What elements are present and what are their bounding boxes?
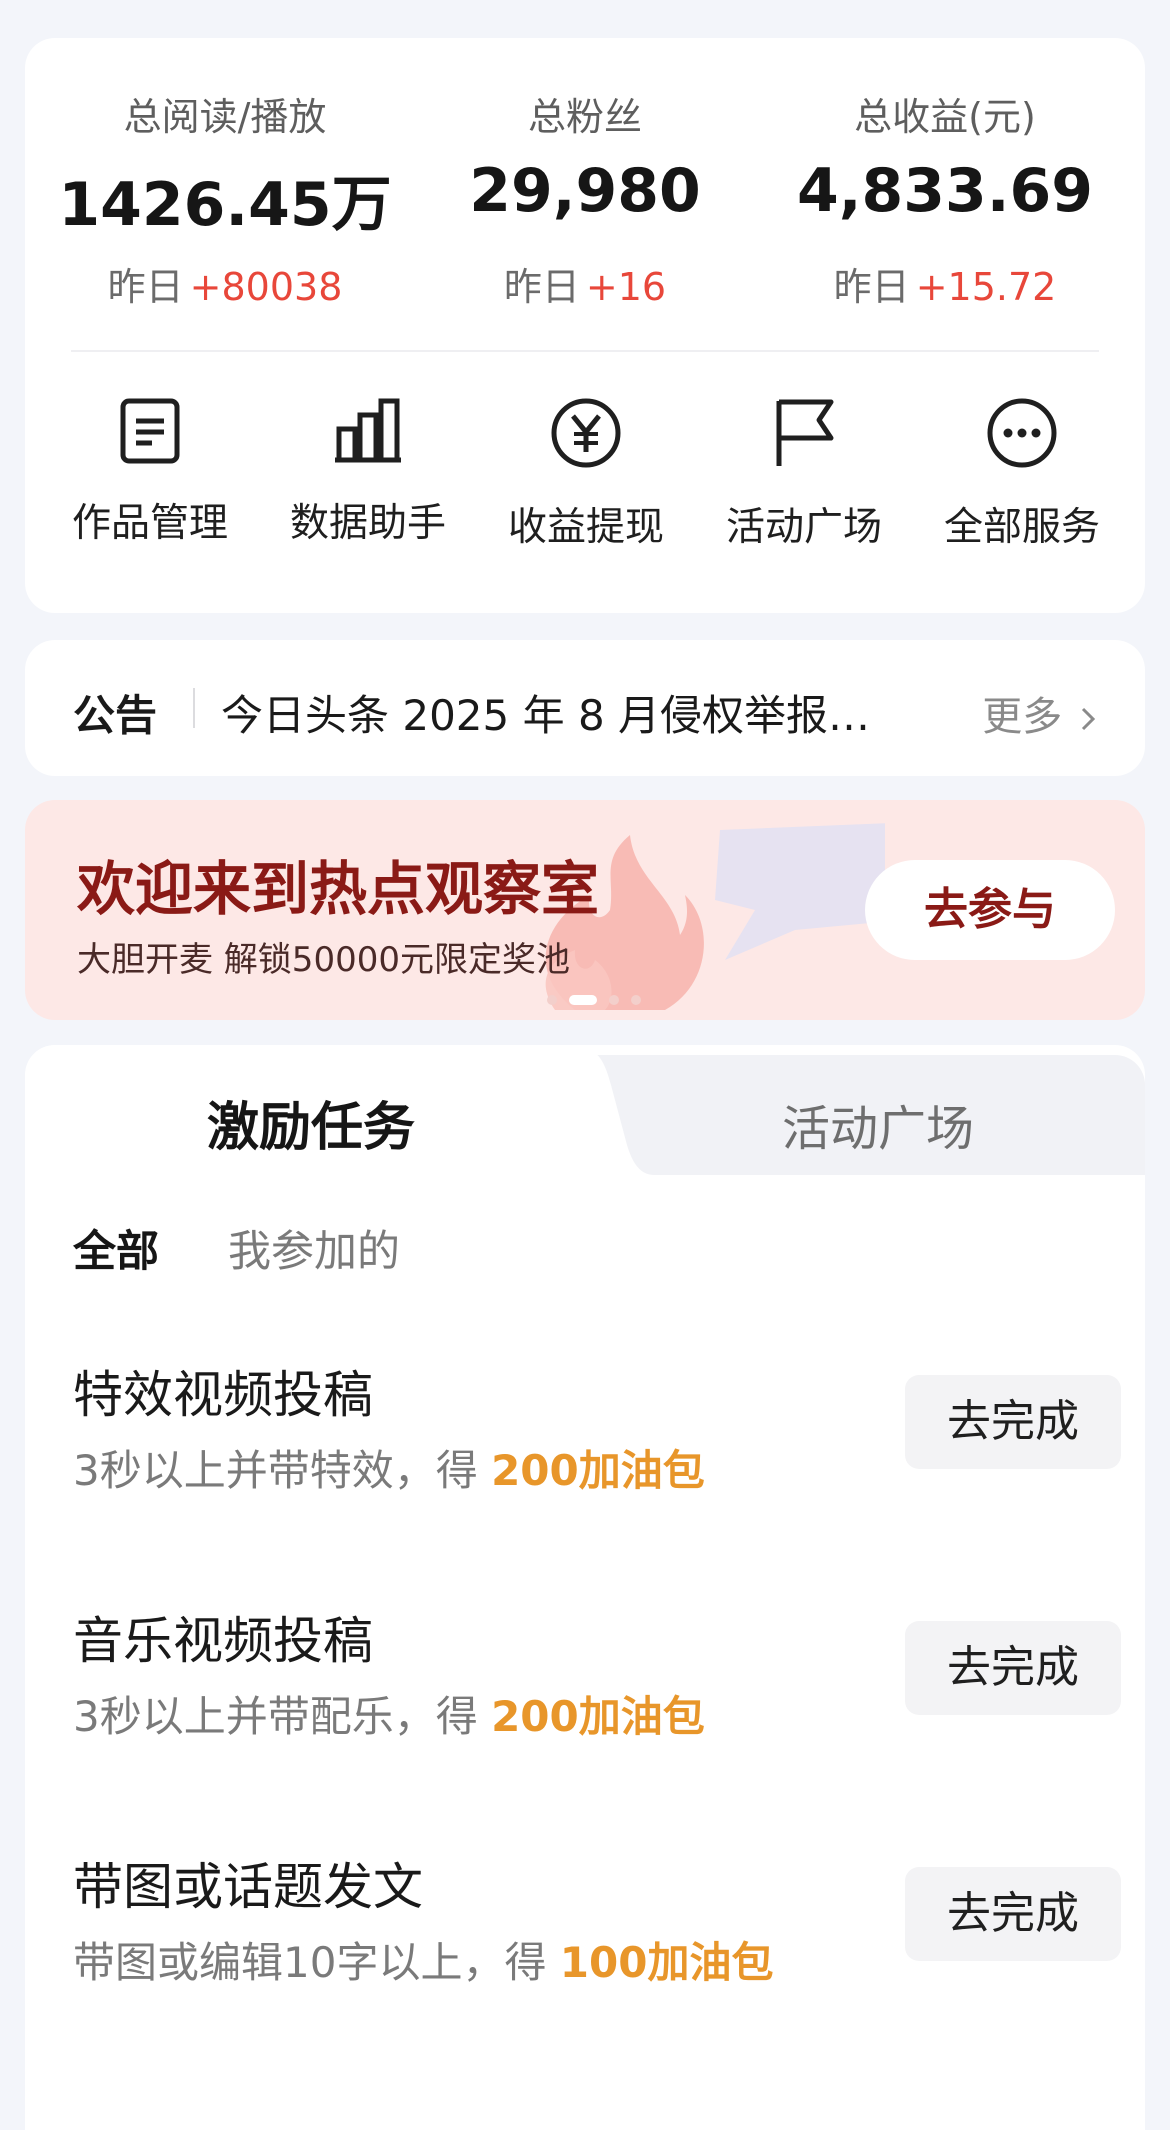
task-desc-text: 带图或编辑10字以上，得 xyxy=(73,1938,560,1987)
task-desc: 带图或编辑10字以上，得 100加油包 xyxy=(73,1929,773,1990)
filter-joined[interactable]: 我参加的 xyxy=(228,1217,400,1279)
stat-delta-prefix: 昨日 xyxy=(833,265,910,309)
document-icon xyxy=(120,398,180,464)
stats-card: 总阅读/播放 1426.45万 昨日 +80038 总粉丝 29,980 昨日 +1… xyxy=(25,38,1145,613)
shortcut-activity-plaza[interactable]: 活动广场 xyxy=(704,396,904,552)
shortcut-all-services[interactable]: 全部服务 xyxy=(922,396,1122,552)
task-title: 特效视频投稿 xyxy=(73,1366,373,1424)
stat-delta-value: +15.72 xyxy=(915,265,1057,309)
stat-delta: 昨日 +16 xyxy=(405,256,765,311)
complete-button[interactable]: 去完成 xyxy=(905,1375,1121,1469)
tab-incentive-tasks[interactable]: 激励任务 xyxy=(207,1085,415,1160)
stat-delta: 昨日 +15.72 xyxy=(765,256,1125,311)
task-desc: 3秒以上并带配乐，得 200加油包 xyxy=(73,1683,705,1744)
join-button[interactable]: 去参与 xyxy=(865,860,1115,960)
task-item: 带图或话题发文 带图或编辑10字以上，得 100加油包 去完成 xyxy=(73,1847,1123,2017)
shortcut-label: 数据助手 xyxy=(289,501,446,546)
shortcut-data-assistant[interactable]: 数据助手 xyxy=(268,396,468,548)
carousel-dot xyxy=(631,995,641,1005)
stat-label: 总阅读/播放 xyxy=(123,95,327,139)
task-reward: 200加油包 xyxy=(491,1446,705,1495)
shortcut-label: 作品管理 xyxy=(71,501,228,546)
notice-bar[interactable]: 公告 今日头条 2025 年 8 月侵权举报… 更多 xyxy=(25,640,1145,776)
stat-label: 总粉丝 xyxy=(527,95,642,139)
stat-delta-value: +16 xyxy=(585,265,667,309)
bar-chart-icon xyxy=(335,398,401,463)
task-item: 音乐视频投稿 3秒以上并带配乐，得 200加油包 去完成 xyxy=(73,1601,1123,1771)
stat-delta-value: +80038 xyxy=(189,265,343,309)
divider xyxy=(193,688,195,728)
filter-all[interactable]: 全部 xyxy=(73,1217,159,1279)
chevron-right-icon xyxy=(1081,707,1096,731)
shortcut-withdraw-earnings[interactable]: 收益提现 xyxy=(486,396,686,552)
stat-value: 29,980 xyxy=(469,156,701,226)
stat-delta-prefix: 昨日 xyxy=(107,265,184,309)
notice-more-label: 更多 xyxy=(982,694,1063,740)
task-reward: 100加油包 xyxy=(559,1938,774,1987)
stat-value: 4,833.69 xyxy=(796,156,1094,226)
divider xyxy=(71,350,1099,352)
stat-delta: 昨日 +80038 xyxy=(45,256,405,311)
complete-button[interactable]: 去完成 xyxy=(905,1867,1121,1961)
task-desc-text: 3秒以上并带配乐，得 xyxy=(73,1692,492,1741)
banner-title: 欢迎来到热点观察室 xyxy=(77,855,600,923)
notice-more-link[interactable]: 更多 xyxy=(982,684,1097,742)
task-desc: 3秒以上并带特效，得 200加油包 xyxy=(73,1437,705,1498)
carousel-dot xyxy=(609,995,619,1005)
task-desc-text: 3秒以上并带特效，得 xyxy=(73,1446,492,1495)
carousel-dot xyxy=(547,995,557,1005)
tasks-card: 激励任务 活动广场 全部 我参加的 特效视频投稿 3秒以上并带特效，得 200加… xyxy=(25,1045,1145,2130)
flag-icon xyxy=(776,399,834,466)
more-icon xyxy=(987,398,1057,468)
shortcut-label: 全部服务 xyxy=(943,505,1100,550)
stat-value: 1426.45万 xyxy=(58,170,392,240)
notice-text[interactable]: 今日头条 2025 年 8 月侵权举报… xyxy=(221,682,941,743)
task-reward: 200加油包 xyxy=(491,1692,705,1741)
yuan-icon xyxy=(551,398,621,468)
shortcut-label: 活动广场 xyxy=(725,505,882,550)
shortcut-works-management[interactable]: 作品管理 xyxy=(50,396,250,548)
task-title: 带图或话题发文 xyxy=(73,1858,423,1916)
task-title: 音乐视频投稿 xyxy=(73,1612,373,1670)
banner-subtitle: 大胆开麦 解锁50000元限定奖池 xyxy=(77,940,570,980)
stat-label: 总收益(元) xyxy=(854,95,1036,139)
task-item: 特效视频投稿 3秒以上并带特效，得 200加油包 去完成 xyxy=(73,1355,1123,1525)
carousel-dot-active xyxy=(569,995,597,1005)
complete-button[interactable]: 去完成 xyxy=(905,1621,1121,1715)
tab-activity-plaza[interactable]: 活动广场 xyxy=(782,1089,974,1159)
notice-title: 公告 xyxy=(73,691,158,740)
stat-delta-prefix: 昨日 xyxy=(503,265,580,309)
shortcut-label: 收益提现 xyxy=(507,505,664,550)
promo-banner[interactable]: 欢迎来到热点观察室 大胆开麦 解锁50000元限定奖池 去参与 xyxy=(25,800,1145,1020)
